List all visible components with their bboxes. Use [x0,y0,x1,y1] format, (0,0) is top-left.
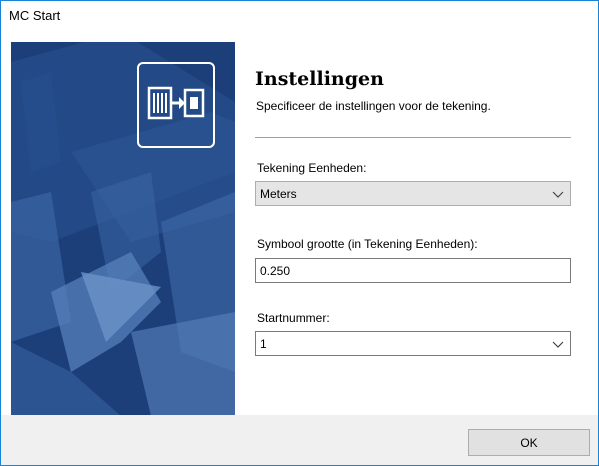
start-number-value: 1 [260,337,267,351]
ok-button[interactable]: OK [468,429,590,456]
logo-frame [137,62,215,148]
start-number-label: Startnummer: [257,311,330,325]
divider [255,137,571,138]
window-title: MC Start [9,8,61,23]
dialog-footer: OK [1,415,598,465]
chevron-down-icon [552,341,564,348]
title-bar[interactable]: MC Start [1,1,598,31]
chevron-down-icon [552,191,564,198]
units-select-value: Meters [260,187,297,201]
symbol-size-input[interactable] [255,258,571,283]
symbol-size-label: Symbool grootte (in Tekening Eenheden): [257,237,478,251]
page-title: Instellingen [255,68,384,90]
page-subtitle: Specificeer de instellingen voor de teke… [256,99,491,113]
units-select[interactable]: Meters [255,181,571,206]
side-banner [11,42,235,416]
start-number-combo[interactable]: 1 [255,331,571,356]
device-arrow-icon [147,86,205,120]
units-label: Tekening Eenheden: [257,161,367,175]
dialog-window: MC Start Instellingen Specificeer de ins… [0,0,599,466]
